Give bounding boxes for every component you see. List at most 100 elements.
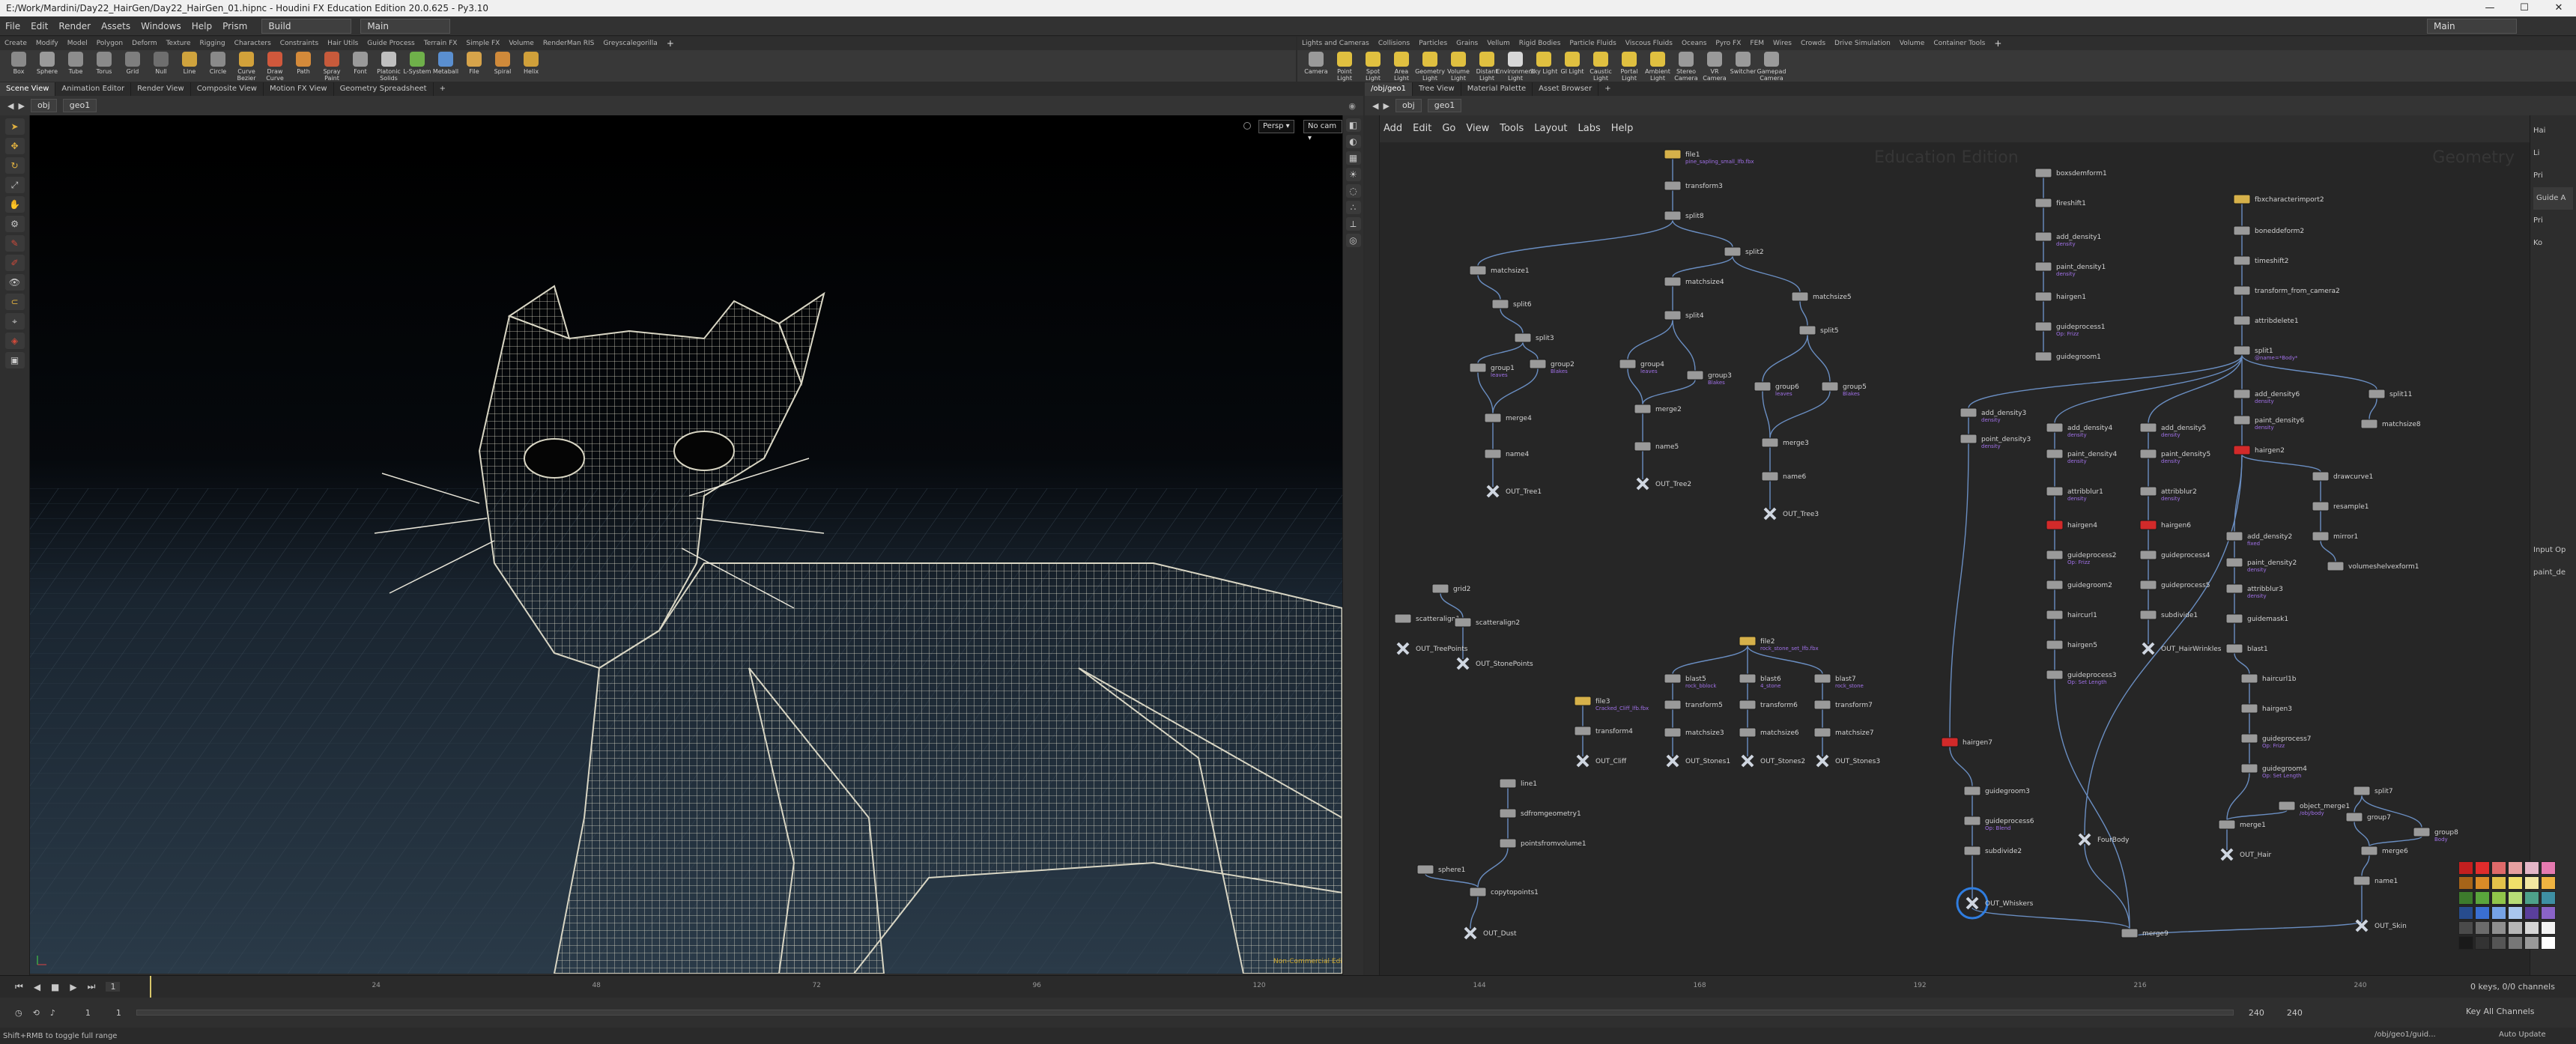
- node-wire[interactable]: [2369, 836, 2422, 847]
- circle-tool[interactable]: Circle: [204, 52, 232, 75]
- shelf-tab[interactable]: Polygon: [92, 37, 127, 50]
- metaball-tool[interactable]: Metaball: [431, 52, 460, 75]
- playback-start-field[interactable]: 1: [116, 1008, 121, 1018]
- shelf-tab[interactable]: Greyscalegorilla: [598, 37, 661, 50]
- network-node-add_density5[interactable]: add_density5density: [2139, 422, 2206, 438]
- node-wire[interactable]: [1477, 342, 1524, 364]
- color-swatch[interactable]: [2475, 861, 2490, 875]
- network-node-hairgen1[interactable]: hairgen1: [2034, 291, 2086, 302]
- network-node-OUT_Stones1[interactable]: OUT_Stones1: [1666, 754, 1730, 768]
- portal-light-tool[interactable]: Portal Light: [1615, 52, 1643, 82]
- wireframe-icon[interactable]: ▦: [1345, 151, 1361, 165]
- network-node-boneddeform2[interactable]: boneddeform2: [2233, 225, 2304, 236]
- node-wire[interactable]: [1470, 896, 1479, 929]
- camera-tool[interactable]: Camera: [1302, 52, 1330, 75]
- color-swatch[interactable]: [2524, 906, 2539, 920]
- network-node-split11[interactable]: split11: [2368, 389, 2412, 399]
- vr-camera-tool[interactable]: VR Camera: [1700, 52, 1729, 82]
- network-node-guideprocess3[interactable]: guideprocess3Op: Set Length: [2046, 670, 2116, 685]
- node-wire[interactable]: [2084, 454, 2243, 836]
- path-tool[interactable]: Path: [289, 52, 318, 75]
- tube-tool[interactable]: Tube: [61, 52, 90, 75]
- network-node-attribdelete1[interactable]: attribdelete1: [2233, 315, 2299, 326]
- node-wire[interactable]: [1972, 907, 2130, 929]
- network-node-blast1[interactable]: blast1: [2225, 643, 2268, 654]
- right-desktop-dropdown[interactable]: Main: [2427, 19, 2517, 34]
- color-swatch[interactable]: [2541, 891, 2556, 905]
- network-node-haircurl1[interactable]: haircurl1: [2046, 610, 2097, 620]
- network-node-guideprocess2[interactable]: guideprocess2Op: Frizz: [2046, 550, 2116, 565]
- network-node-scatteralign1[interactable]: scatteralign1: [1394, 613, 1460, 624]
- node-wire[interactable]: [1672, 645, 1748, 675]
- network-node-transform7[interactable]: transform7: [1813, 699, 1873, 710]
- network-node-OUT_Tree2[interactable]: OUT_Tree2: [1636, 477, 1691, 491]
- network-node-name6[interactable]: name6: [1761, 471, 1807, 482]
- switcher-tool[interactable]: Switcher: [1729, 52, 1757, 75]
- network-node-group1[interactable]: group1leaves: [1469, 362, 1515, 378]
- network-node-paint_density5[interactable]: paint_density5density: [2139, 449, 2210, 464]
- color-swatch[interactable]: [2541, 876, 2556, 890]
- shelf-tab[interactable]: Create: [0, 37, 31, 50]
- shelf-tab[interactable]: Volume: [504, 37, 538, 50]
- network-node-name1[interactable]: name1: [2353, 875, 2398, 886]
- node-wire[interactable]: [1440, 592, 1464, 619]
- add-tab-icon[interactable]: +: [1598, 82, 1616, 96]
- network-node-haircurl1b[interactable]: haircurl1b: [2240, 673, 2297, 684]
- network-node-OUT_StonePoints[interactable]: OUT_StonePoints: [1456, 657, 1533, 670]
- volume-light-tool[interactable]: Volume Light: [1444, 52, 1473, 82]
- color-swatch[interactable]: [2458, 861, 2473, 875]
- shelf-tab[interactable]: Hair Utils: [323, 37, 363, 50]
- color-swatch[interactable]: [2475, 921, 2490, 935]
- magnet-tool-icon[interactable]: ⊂: [4, 294, 25, 310]
- network-node-hairgen6[interactable]: hairgen6: [2139, 520, 2191, 530]
- menu-render[interactable]: Render: [53, 16, 96, 36]
- close-button[interactable]: ✕: [2542, 0, 2576, 16]
- network-node-hairgen3[interactable]: hairgen3: [2240, 703, 2292, 714]
- sky-light-tool[interactable]: Sky Light: [1530, 52, 1558, 75]
- color-swatch[interactable]: [2524, 876, 2539, 890]
- network-node-split3[interactable]: split3: [1514, 333, 1554, 343]
- network-node-guideprocess6[interactable]: guideprocess6Op: Blend: [1963, 816, 2034, 831]
- node-wire[interactable]: [1627, 319, 1673, 360]
- node-wire[interactable]: [1477, 219, 1673, 267]
- color-swatch[interactable]: [2491, 906, 2506, 920]
- network-node-boxsdemform1[interactable]: boxsdemform1: [2034, 168, 2107, 178]
- network-node-merge6[interactable]: merge6: [2360, 846, 2408, 856]
- network-node-split4[interactable]: split4: [1664, 310, 1704, 321]
- color-swatch[interactable]: [2524, 921, 2539, 935]
- caustic-light-tool[interactable]: Caustic Light: [1586, 52, 1615, 82]
- network-node-matchsize1[interactable]: matchsize1: [1469, 265, 1530, 276]
- shelf-tab[interactable]: Guide Process: [363, 37, 419, 50]
- network-node-line1[interactable]: line1: [1499, 778, 1537, 789]
- color-swatch[interactable]: [2508, 906, 2523, 920]
- tab-network-obj-geo1[interactable]: /obj/geo1: [1365, 82, 1413, 96]
- node-wire[interactable]: [2241, 454, 2321, 473]
- node-wire[interactable]: [2054, 354, 2243, 424]
- file-tool[interactable]: File: [460, 52, 488, 75]
- node-wire[interactable]: [1477, 371, 1494, 414]
- tab-scene-view[interactable]: Scene View: [0, 82, 56, 96]
- network-node-transform5[interactable]: transform5: [1664, 699, 1723, 710]
- shelf-tab[interactable]: Simple FX: [461, 37, 504, 50]
- ghost-icon[interactable]: ◌: [1345, 184, 1361, 198]
- shelf-tab[interactable]: Constraints: [276, 37, 323, 50]
- network-node-hairgen5[interactable]: hairgen5: [2046, 640, 2097, 650]
- network-node-timeshift2[interactable]: timeshift2: [2233, 255, 2289, 266]
- node-wire[interactable]: [1762, 390, 1771, 439]
- color-swatch[interactable]: [2524, 891, 2539, 905]
- network-node-grid2[interactable]: grid2: [1431, 583, 1470, 594]
- network-node-drawcurve1[interactable]: drawcurve1: [2312, 471, 2373, 482]
- tab-tree-view[interactable]: Tree View: [1413, 82, 1461, 96]
- minimize-button[interactable]: —: [2473, 0, 2507, 16]
- shelf-tab[interactable]: Oceans: [1677, 37, 1711, 50]
- color-swatch[interactable]: [2491, 936, 2506, 950]
- shelf-tab[interactable]: Viscous Fluids: [1621, 37, 1677, 50]
- shelf-tab[interactable]: Terrain FX: [419, 37, 462, 50]
- node-wire[interactable]: [1500, 308, 1524, 334]
- desktop-main-dropdown[interactable]: Main: [360, 18, 451, 34]
- network-node-split2[interactable]: split2: [1724, 246, 1764, 257]
- network-node-group8[interactable]: group8Body: [2413, 827, 2458, 843]
- network-node-OUT_TreePoints[interactable]: OUT_TreePoints: [1396, 642, 1468, 655]
- back-arrow-icon[interactable]: ◀: [7, 101, 13, 111]
- node-wire[interactable]: [2054, 679, 2130, 929]
